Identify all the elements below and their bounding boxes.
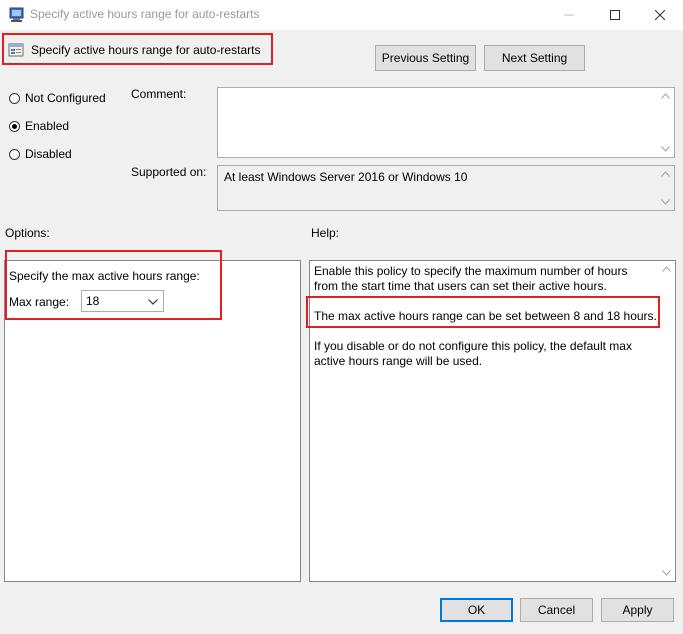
policy-title: Specify active hours range for auto-rest… xyxy=(31,43,261,57)
maximize-icon xyxy=(610,10,620,20)
scroll-down-icon[interactable] xyxy=(661,199,670,205)
maximize-button[interactable] xyxy=(592,0,638,30)
radio-not-configured[interactable]: Not Configured xyxy=(9,91,106,105)
radio-label: Disabled xyxy=(25,147,72,161)
radio-label: Not Configured xyxy=(25,91,106,105)
supported-scrollbar[interactable] xyxy=(657,166,674,210)
radio-enabled[interactable]: Enabled xyxy=(9,119,69,133)
max-range-label: Max range: xyxy=(9,295,70,309)
scroll-down-icon[interactable] xyxy=(661,146,670,152)
radio-circle[interactable] xyxy=(9,148,20,160)
scroll-down-icon[interactable] xyxy=(662,570,671,576)
minimize-button[interactable] xyxy=(546,0,592,30)
help-paragraph-1: Enable this policy to specify the maximu… xyxy=(314,264,628,293)
app-icon xyxy=(8,6,25,23)
max-range-value: 18 xyxy=(86,294,100,308)
comment-textarea[interactable] xyxy=(217,87,675,158)
ok-button[interactable]: OK xyxy=(440,598,513,622)
options-heading: Options: xyxy=(5,226,50,240)
supported-on-label: Supported on: xyxy=(131,165,207,179)
radio-disabled[interactable]: Disabled xyxy=(9,147,72,161)
help-paragraph-2: The max active hours range can be set be… xyxy=(314,309,657,323)
help-paragraph-3: If you disable or do not configure this … xyxy=(314,339,632,368)
radio-circle[interactable] xyxy=(9,92,20,104)
next-setting-button[interactable]: Next Setting xyxy=(484,45,585,71)
max-range-description: Specify the max active hours range: xyxy=(9,269,200,283)
cancel-button[interactable]: Cancel xyxy=(520,598,593,622)
scroll-up-icon[interactable] xyxy=(661,171,670,177)
radio-label: Enabled xyxy=(25,119,70,133)
supported-on-value: At least Windows Server 2016 or Windows … xyxy=(224,170,468,184)
help-scrollbar[interactable] xyxy=(658,261,675,581)
comment-scrollbar[interactable] xyxy=(657,88,674,157)
minimize-icon xyxy=(564,14,574,16)
apply-button[interactable]: Apply xyxy=(601,598,674,622)
close-button[interactable] xyxy=(637,0,683,30)
window-title: Specify active hours range for auto-rest… xyxy=(30,7,260,21)
supported-on-field: At least Windows Server 2016 or Windows … xyxy=(217,165,675,211)
scroll-up-icon[interactable] xyxy=(662,266,671,272)
comment-label: Comment: xyxy=(131,87,187,101)
radio-circle[interactable] xyxy=(9,120,20,132)
chevron-down-icon xyxy=(148,299,158,305)
close-icon xyxy=(655,10,665,20)
policy-icon xyxy=(8,42,24,58)
max-range-dropdown[interactable]: 18 xyxy=(81,290,164,312)
previous-setting-button[interactable]: Previous Setting xyxy=(375,45,476,71)
scroll-up-icon[interactable] xyxy=(661,93,670,99)
help-heading: Help: xyxy=(311,226,340,240)
